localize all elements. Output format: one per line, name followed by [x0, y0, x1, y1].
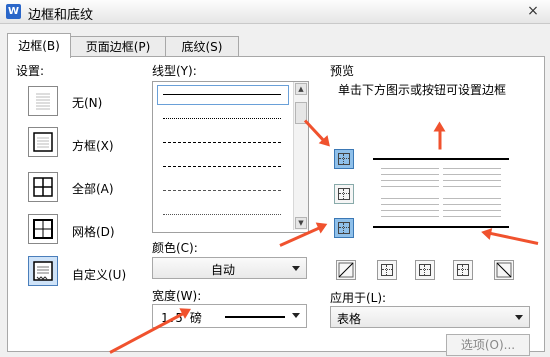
line-style-long-dashed[interactable] — [163, 166, 281, 167]
width-label: 宽度(W): — [152, 289, 202, 303]
scroll-down-icon[interactable]: ▼ — [295, 217, 307, 229]
line-style-dash-dot-dot[interactable] — [163, 214, 281, 215]
setting-all-label[interactable]: 全部(A) — [72, 180, 114, 197]
options-button[interactable]: 选项(O)... — [446, 334, 530, 356]
chevron-down-icon — [515, 315, 523, 320]
scroll-up-icon[interactable]: ▲ — [295, 83, 307, 95]
settings-label: 设置: — [16, 64, 45, 78]
setting-grid-label[interactable]: 网格(D) — [72, 223, 115, 240]
top-border-button[interactable] — [334, 149, 354, 169]
chevron-down-icon — [292, 266, 300, 271]
setting-none-label[interactable]: 无(N) — [72, 94, 102, 111]
border-right-icon — [457, 264, 469, 276]
preview-label: 预览 — [330, 64, 355, 78]
color-label: 颜色(C): — [152, 241, 198, 255]
title-bar: W 边框和底纹 × — [0, 0, 550, 24]
border-inside-horizontal-icon — [338, 188, 350, 200]
apply-to-dropdown[interactable]: 表格 — [330, 306, 530, 328]
tab-shading[interactable]: 底纹(S) — [165, 36, 239, 57]
none-border-icon[interactable] — [28, 86, 58, 116]
border-left-icon — [381, 264, 393, 276]
diagonal-down-icon — [338, 262, 354, 278]
setting-box-label[interactable]: 方框(X) — [72, 137, 114, 154]
preview-area[interactable] — [373, 158, 509, 228]
line-style-label: 线型(Y): — [152, 64, 197, 78]
line-style-dotted[interactable] — [163, 118, 281, 119]
line-style-dashed[interactable] — [163, 142, 281, 143]
tab-page-border[interactable]: 页面边框(P) — [69, 36, 167, 57]
border-inside-vertical-icon — [419, 264, 431, 276]
line-style-scrollbar[interactable]: ▲ ▼ — [293, 82, 308, 230]
right-border-button[interactable] — [453, 260, 473, 280]
border-top-icon — [338, 153, 350, 165]
box-border-icon[interactable] — [28, 127, 58, 157]
diagonal-up-border-button[interactable] — [494, 260, 514, 280]
apply-to-label: 应用于(L): — [330, 291, 387, 305]
color-value: 自动 — [210, 263, 235, 277]
line-style-solid[interactable] — [163, 94, 281, 95]
diagonal-up-icon — [496, 262, 512, 278]
inside-horizontal-border-button[interactable] — [334, 184, 354, 204]
grid-border-icon[interactable] — [28, 214, 58, 244]
left-border-button[interactable] — [377, 260, 397, 280]
custom-border-icon[interactable] — [28, 256, 58, 286]
line-style-selected-frame[interactable] — [157, 85, 289, 105]
diagonal-down-border-button[interactable] — [336, 260, 356, 280]
border-bottom-icon — [338, 222, 350, 234]
annotation-arrow-preview-top — [438, 127, 442, 150]
line-style-list[interactable]: ▲ ▼ — [152, 81, 309, 233]
tab-border[interactable]: 边框(B) — [7, 33, 71, 58]
width-sample-line — [225, 316, 285, 318]
apply-to-value: 表格 — [337, 312, 362, 326]
close-button[interactable]: × — [524, 3, 542, 19]
color-dropdown[interactable]: 自动 — [152, 257, 307, 279]
chevron-down-icon — [292, 313, 300, 318]
window-title: 边框和底纹 — [28, 8, 94, 23]
inside-vertical-border-button[interactable] — [415, 260, 435, 280]
all-border-icon[interactable] — [28, 172, 58, 202]
preview-top-border — [373, 158, 509, 160]
app-logo-icon: W — [6, 4, 21, 19]
line-style-dash-dot[interactable] — [163, 190, 281, 191]
setting-custom-label[interactable]: 自定义(U) — [72, 266, 126, 283]
bottom-border-button[interactable] — [334, 218, 354, 238]
preview-hint: 单击下方图示或按钮可设置边框 — [338, 83, 507, 97]
